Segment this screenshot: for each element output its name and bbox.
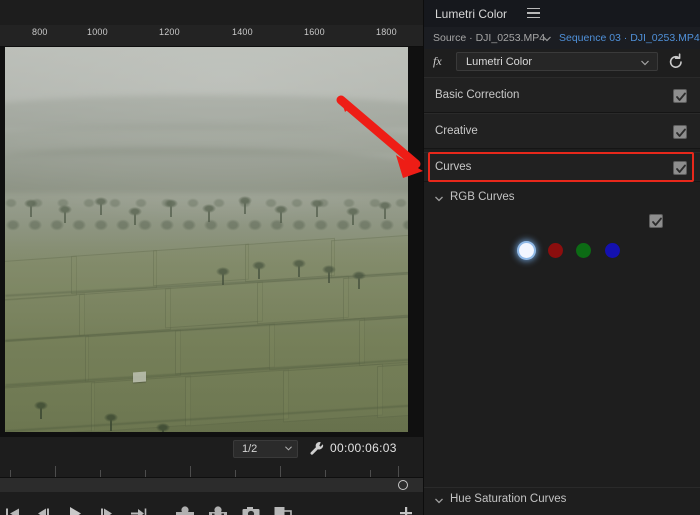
channel-swatch-green[interactable] [576,243,591,258]
rgb-curves-header[interactable]: RGB Curves [424,188,700,210]
curves-checkbox[interactable] [673,161,687,175]
hamburger-menu-icon[interactable] [527,8,541,20]
zoom-level-value: 1/2 [242,443,257,455]
play-icon [67,506,83,515]
chevron-down-icon [285,445,292,452]
step-forward-button[interactable] [96,503,118,515]
zoom-level-select[interactable]: 1/2 [233,440,298,458]
reset-effect-icon[interactable] [667,53,685,71]
step-forward-icon [99,507,115,515]
scrub-bar[interactable] [0,478,423,492]
fx-icon: fx [433,54,442,69]
check-icon [675,163,687,175]
section-curves[interactable]: Curves [424,152,700,182]
camera-icon [242,506,260,515]
ruler-label: 1800 [376,27,397,37]
channel-swatch-master-white[interactable] [519,243,534,258]
current-timecode[interactable]: 00:00:06:03 [330,441,397,455]
lumetri-color-panel: Lumetri Color Source · DJI_0253.MP4 Sequ… [423,0,700,515]
plus-icon [399,506,413,515]
section-label: Creative [435,125,478,137]
export-frame-button[interactable] [240,503,262,515]
skip-to-end-icon [130,507,148,515]
monitor-top-strip [0,0,423,25]
premiere-pro-lumetri-window: 800 1000 1200 1400 1600 1800 [0,0,700,515]
video-frame [5,47,408,432]
playhead-handle[interactable] [398,480,408,490]
rgb-curves-label: RGB Curves [450,191,515,203]
go-to-in-point-button[interactable] [2,503,24,515]
video-preview-area[interactable] [0,47,423,437]
ruler-label: 1000 [87,27,108,37]
effect-selector-row: fx Lumetri Color [424,49,700,75]
chevron-down-icon[interactable] [435,498,443,504]
channel-swatch-red[interactable] [548,243,563,258]
program-monitor-panel: 800 1000 1200 1400 1600 1800 [0,0,423,515]
source-clip-label[interactable]: Source · DJI_0253.MP4 [433,32,545,44]
horizontal-ruler[interactable]: 800 1000 1200 1400 1600 1800 [0,25,423,47]
panel-header: Lumetri Color [424,0,700,27]
sequence-clip-label[interactable]: Sequence 03 · DJI_0253.MP4 [559,32,700,44]
chevron-down-icon[interactable] [435,196,443,202]
chevron-down-icon[interactable] [543,36,551,42]
chevron-down-icon [641,60,649,66]
section-basic-correction[interactable]: Basic Correction [424,77,700,113]
mark-in-button[interactable] [174,503,196,515]
effect-name-value: Lumetri Color [466,56,532,68]
comparison-view-button[interactable] [272,503,294,515]
mark-out-button[interactable] [207,503,229,515]
source-sequence-row: Source · DJI_0253.MP4 Sequence 03 · DJI_… [424,27,700,49]
ruler-label: 1400 [232,27,253,37]
hue-saturation-curves-header[interactable]: Hue Saturation Curves [424,487,700,515]
check-icon [675,127,687,139]
wrench-icon[interactable] [308,440,326,458]
section-creative[interactable]: Creative [424,113,700,149]
creative-checkbox[interactable] [673,125,687,139]
section-label: Curves [435,161,471,173]
rgb-channel-swatches [424,240,700,262]
ruler-label: 800 [32,27,48,37]
section-label: Basic Correction [435,89,519,101]
effect-name-select[interactable]: Lumetri Color [456,52,658,71]
step-backward-icon [35,507,51,515]
time-ruler[interactable] [0,462,423,478]
check-icon [651,216,663,228]
mark-in-icon [175,506,195,515]
panel-title: Lumetri Color [435,7,507,21]
channel-swatch-blue[interactable] [605,243,620,258]
hue-saturation-curves-label: Hue Saturation Curves [450,493,566,505]
go-to-out-point-button[interactable] [128,503,150,515]
ruler-label: 1200 [159,27,180,37]
play-stop-button[interactable] [64,503,86,515]
basic-correction-checkbox[interactable] [673,89,687,103]
check-icon [675,91,687,103]
button-editor-button[interactable] [395,503,417,515]
rgb-curves-enable-checkbox[interactable] [649,214,663,228]
skip-to-start-icon [5,507,21,515]
transport-controls [0,497,423,515]
step-back-button[interactable] [32,503,54,515]
monitor-controls-bar: 1/2 00:00:06:03 [0,437,423,515]
ruler-label: 1600 [304,27,325,37]
mark-out-icon [208,506,228,515]
comparison-view-icon [274,506,292,515]
